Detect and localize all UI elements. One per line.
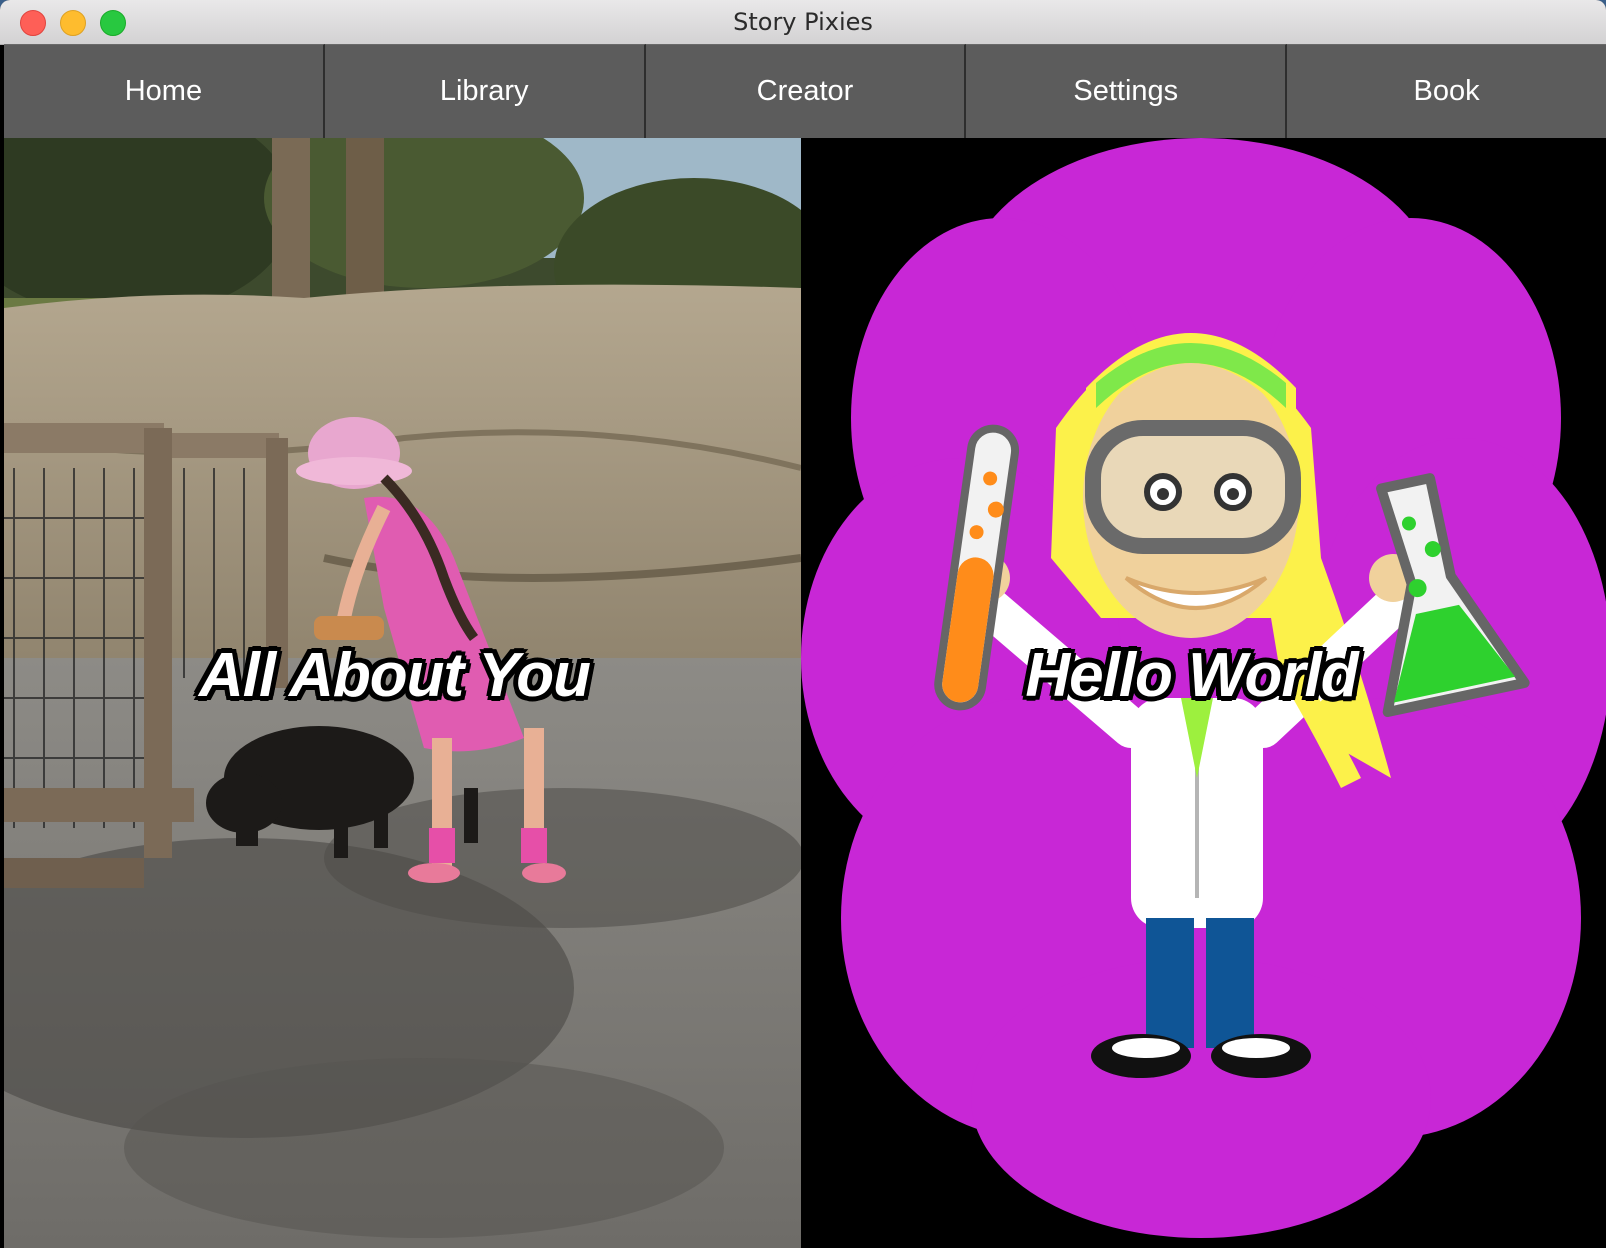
- main-nav: Home Library Creator Settings Book: [4, 44, 1606, 138]
- nav-settings-button[interactable]: Settings: [966, 44, 1288, 138]
- book-title-all-about-you: All About You: [198, 641, 591, 710]
- nav-creator-button[interactable]: Creator: [645, 44, 967, 138]
- app-window: Story Pixies Home Library Creator Settin…: [0, 0, 1606, 1248]
- title-bar: Story Pixies: [0, 0, 1606, 45]
- book-title-hello-world: Hello World: [1025, 641, 1358, 710]
- window-title: Story Pixies: [733, 8, 873, 36]
- book-card-all-about-you[interactable]: All About You: [4, 138, 801, 1248]
- book-card-hello-world[interactable]: Hello World: [801, 138, 1606, 1248]
- nav-book-button[interactable]: Book: [1287, 44, 1606, 138]
- book-library: All About You Hello World: [4, 138, 1606, 1248]
- nav-library-button[interactable]: Library: [324, 44, 646, 138]
- nav-home-button[interactable]: Home: [4, 44, 325, 138]
